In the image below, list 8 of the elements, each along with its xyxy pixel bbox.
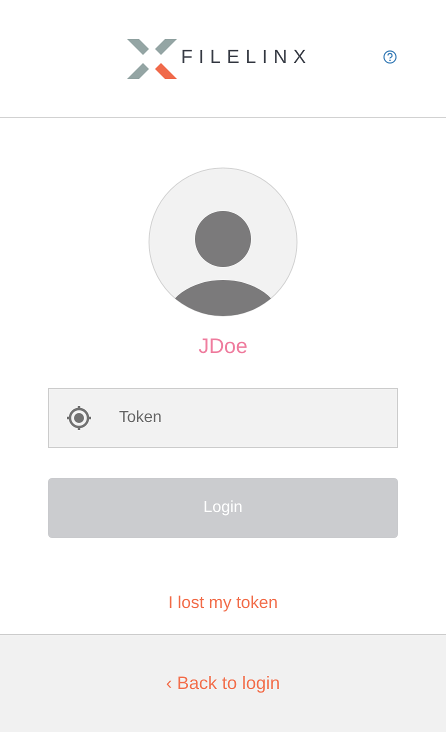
logo-icon: [127, 38, 177, 78]
lost-token-link[interactable]: I lost my token: [168, 590, 278, 616]
username: JDoe: [198, 336, 248, 357]
token-field[interactable]: Token: [48, 388, 398, 448]
target-icon: [65, 404, 93, 432]
help-icon[interactable]: [383, 50, 397, 64]
back-to-login-link[interactable]: ‹ Back to login: [166, 670, 280, 697]
brand-name: FILELINX: [181, 46, 312, 70]
